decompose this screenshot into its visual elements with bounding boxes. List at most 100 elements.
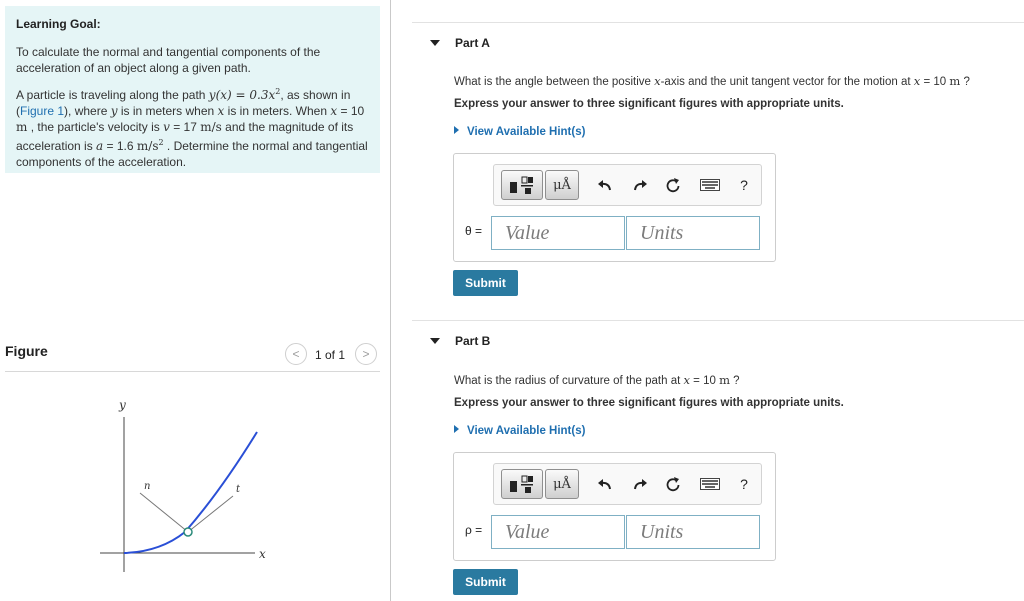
- part-b-header[interactable]: Part B: [412, 320, 1024, 359]
- math-toolbar: μÅ ?: [493, 164, 762, 206]
- unit-m: m: [719, 373, 730, 387]
- keyboard-button[interactable]: [697, 469, 723, 499]
- column-divider: [390, 0, 391, 601]
- expand-triangle-icon: [454, 425, 459, 433]
- path-equation: y(x) = 0.3x: [208, 88, 276, 102]
- learning-goal-intro: To calculate the normal and tangential c…: [16, 45, 321, 75]
- templates-icon: [510, 176, 533, 194]
- part-b-instruction: Express your answer to three significant…: [454, 397, 844, 409]
- question-text: ?: [729, 375, 740, 387]
- value-input[interactable]: Value: [491, 515, 625, 549]
- undo-button[interactable]: [594, 469, 616, 499]
- tangent-label: t: [236, 484, 241, 495]
- part-a-question: What is the angle between the positive x…: [454, 74, 970, 88]
- units-input[interactable]: Units: [626, 515, 760, 549]
- learning-goal-problem: A particle is traveling along the path y…: [16, 84, 369, 170]
- problem-text: = 17: [169, 120, 201, 134]
- y-axis-label: y: [118, 398, 126, 412]
- chevron-right-icon: >: [362, 347, 370, 361]
- question-text: = 10: [920, 76, 950, 88]
- part-b-answer-box: μÅ ? ρ = Value Units: [453, 452, 776, 561]
- unit-m: m: [16, 120, 28, 134]
- previous-figure-button[interactable]: <: [285, 343, 307, 365]
- templates-icon: [510, 475, 533, 493]
- problem-text: = 1.6: [103, 139, 137, 153]
- question-text: What is the angle between the positive: [454, 76, 655, 88]
- part-a-instruction: Express your answer to three significant…: [454, 98, 844, 110]
- problem-text: is in meters. When: [224, 104, 331, 118]
- part-a-answer-box: μÅ ? θ = Value Units: [453, 153, 776, 262]
- learning-goal-title: Learning Goal:: [16, 17, 101, 31]
- normal-vector: [139, 492, 189, 533]
- redo-button[interactable]: [629, 469, 651, 499]
- var-v: v: [163, 120, 170, 134]
- reset-button[interactable]: [662, 170, 684, 200]
- redo-button[interactable]: [629, 170, 651, 200]
- question-text: What is the radius of curvature of the p…: [454, 375, 684, 387]
- question-text: ?: [960, 76, 970, 88]
- reset-icon: [666, 178, 680, 193]
- rho-label: ρ =: [465, 523, 483, 537]
- help-icon: ?: [740, 177, 748, 193]
- problem-text: , the particle's velocity is: [27, 120, 164, 134]
- redo-icon: [634, 180, 647, 191]
- units-icon: μÅ: [553, 476, 571, 492]
- redo-icon: [634, 479, 647, 490]
- units-input[interactable]: Units: [626, 216, 760, 250]
- help-button[interactable]: ?: [734, 469, 754, 499]
- units-button[interactable]: μÅ: [545, 469, 579, 499]
- value-input[interactable]: Value: [491, 216, 625, 250]
- part-b-question: What is the radius of curvature of the p…: [454, 373, 740, 387]
- units-button[interactable]: μÅ: [545, 170, 579, 200]
- unit-m: m: [949, 74, 961, 88]
- var-y: y: [110, 104, 118, 118]
- keyboard-button[interactable]: [697, 170, 723, 200]
- math-toolbar: μÅ ?: [493, 463, 762, 505]
- collapse-triangle-icon[interactable]: [430, 338, 440, 344]
- question-text: = 10: [689, 375, 720, 387]
- keyboard-icon: [700, 179, 720, 191]
- part-b-submit-button[interactable]: Submit: [453, 569, 518, 595]
- figure-link[interactable]: Figure 1: [20, 104, 64, 118]
- learning-goal-box: Learning Goal: To calculate the normal a…: [5, 6, 380, 173]
- units-icon: μÅ: [553, 177, 571, 193]
- part-b-label: Part B: [455, 334, 491, 348]
- problem-text: = 10: [337, 104, 365, 118]
- normal-label: n: [144, 481, 150, 492]
- problem-text: is in meters when: [117, 104, 218, 118]
- collapse-triangle-icon[interactable]: [430, 40, 440, 46]
- figure-header: Figure < 1 of 1 >: [5, 340, 380, 372]
- theta-label: θ =: [465, 224, 483, 238]
- templates-button[interactable]: [501, 469, 543, 499]
- part-a-label: Part A: [455, 36, 490, 50]
- next-figure-button[interactable]: >: [355, 343, 377, 365]
- figure-pager: 1 of 1: [315, 348, 346, 362]
- problem-text: A particle is traveling along the path: [16, 88, 209, 102]
- question-text: -axis and the unit tangent vector for th…: [660, 76, 914, 88]
- unit-velocity: m/s: [200, 120, 222, 134]
- chevron-left-icon: <: [292, 347, 300, 361]
- hint-label: View Available Hint(s): [467, 425, 586, 437]
- help-icon: ?: [740, 476, 748, 492]
- part-a-hint-link[interactable]: View Available Hint(s): [454, 126, 585, 138]
- undo-button[interactable]: [594, 170, 616, 200]
- templates-button[interactable]: [501, 170, 543, 200]
- particle-marker: [183, 527, 193, 537]
- problem-text: ), where: [64, 104, 111, 118]
- reset-button[interactable]: [662, 469, 684, 499]
- keyboard-icon: [700, 478, 720, 490]
- left-panel: Learning Goal: To calculate the normal a…: [0, 0, 392, 601]
- hint-label: View Available Hint(s): [467, 126, 586, 138]
- undo-icon: [598, 479, 611, 490]
- x-axis-label: x: [259, 547, 266, 561]
- part-a-header[interactable]: Part A: [412, 22, 1024, 61]
- path-figure[interactable]: y x n t: [90, 392, 280, 577]
- figure-title: Figure: [5, 343, 48, 359]
- help-button[interactable]: ?: [734, 170, 754, 200]
- part-a-submit-button[interactable]: Submit: [453, 270, 518, 296]
- reset-icon: [666, 477, 680, 492]
- part-b-hint-link[interactable]: View Available Hint(s): [454, 425, 585, 437]
- expand-triangle-icon: [454, 126, 459, 134]
- undo-icon: [598, 180, 611, 191]
- unit-acceleration: m/s: [136, 139, 159, 153]
